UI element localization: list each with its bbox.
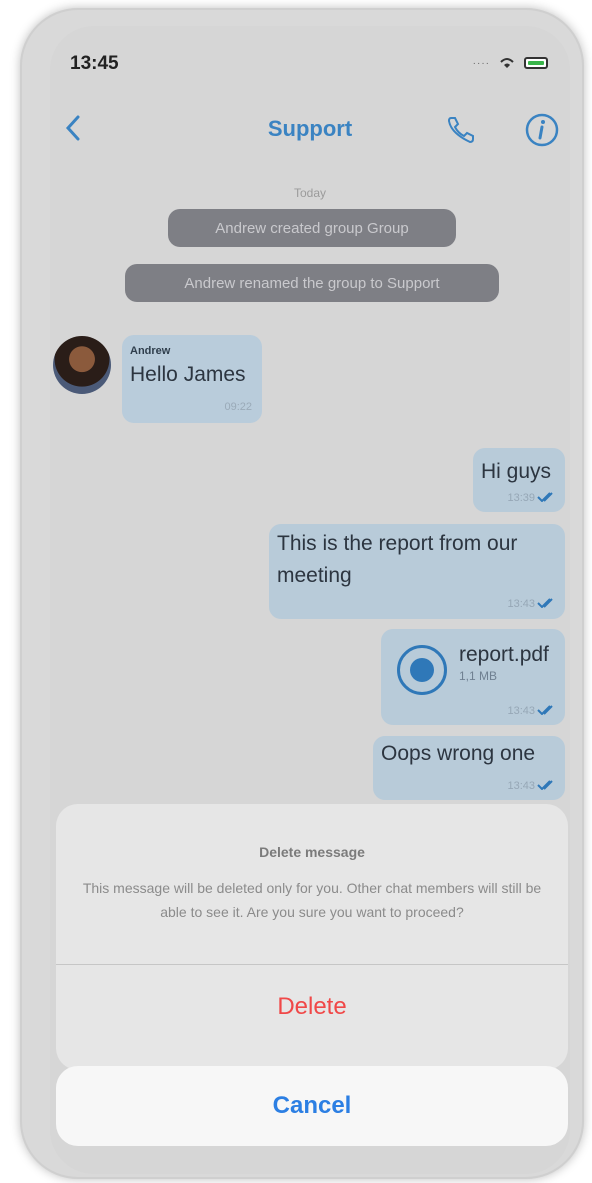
status-time: 13:45 (70, 53, 119, 74)
status-icons: ···· (473, 57, 548, 69)
message-time: 13:43 (507, 705, 535, 717)
system-message-text: Andrew created group Group (215, 219, 409, 237)
delete-button[interactable]: Delete (56, 965, 568, 1049)
battery-icon (524, 57, 548, 69)
file-message[interactable]: report.pdf 1,1 MB 13:43 (381, 629, 565, 725)
nav-bar: Support (50, 108, 570, 152)
message-text: Hi guys (481, 460, 552, 483)
screen: 13:45 ···· Support Today Andrew created … (50, 26, 570, 1174)
message-time: 09:22 (224, 401, 252, 413)
system-message: Andrew renamed the group to Support (125, 264, 499, 302)
signal-icon: ···· (472, 57, 490, 69)
avatar[interactable] (53, 336, 111, 394)
outgoing-message[interactable]: This is the report from our meeting 13:4… (269, 524, 565, 619)
message-time: 13:43 (507, 780, 535, 792)
message-time: 13:39 (507, 492, 535, 504)
file-name: report.pdf (459, 643, 549, 666)
action-sheet: Delete message This message will be dele… (56, 804, 568, 1070)
system-message-text: Andrew renamed the group to Support (184, 274, 440, 292)
phone-frame: 13:45 ···· Support Today Andrew created … (20, 8, 584, 1179)
date-separator: Today (293, 186, 327, 200)
sheet-title: Delete message (259, 844, 365, 860)
read-check-icon (537, 705, 553, 715)
sheet-message: This message will be deleted only for yo… (82, 880, 542, 920)
outgoing-message[interactable]: Hi guys 13:39 (473, 448, 565, 512)
file-icon[interactable] (397, 645, 447, 695)
wifi-icon (500, 58, 514, 68)
sender-name: Andrew (130, 345, 171, 357)
message-text: Oops wrong one (381, 742, 536, 765)
incoming-message[interactable]: Andrew Hello James 09:22 (122, 335, 262, 423)
phone-icon[interactable] (445, 114, 477, 146)
chat-title: Support (267, 116, 353, 141)
message-text: This is the report from our meeting (277, 532, 518, 587)
system-message: Andrew created group Group (168, 209, 456, 247)
read-check-icon (537, 598, 553, 608)
outgoing-message[interactable]: Oops wrong one 13:43 (373, 736, 565, 800)
message-text: Hello James (130, 363, 246, 386)
message-time: 13:43 (507, 598, 535, 610)
file-size: 1,1 MB (459, 669, 498, 683)
info-icon[interactable] (524, 112, 560, 148)
read-check-icon (537, 780, 553, 790)
cancel-button[interactable]: Cancel (56, 1066, 568, 1146)
read-check-icon (537, 492, 553, 502)
